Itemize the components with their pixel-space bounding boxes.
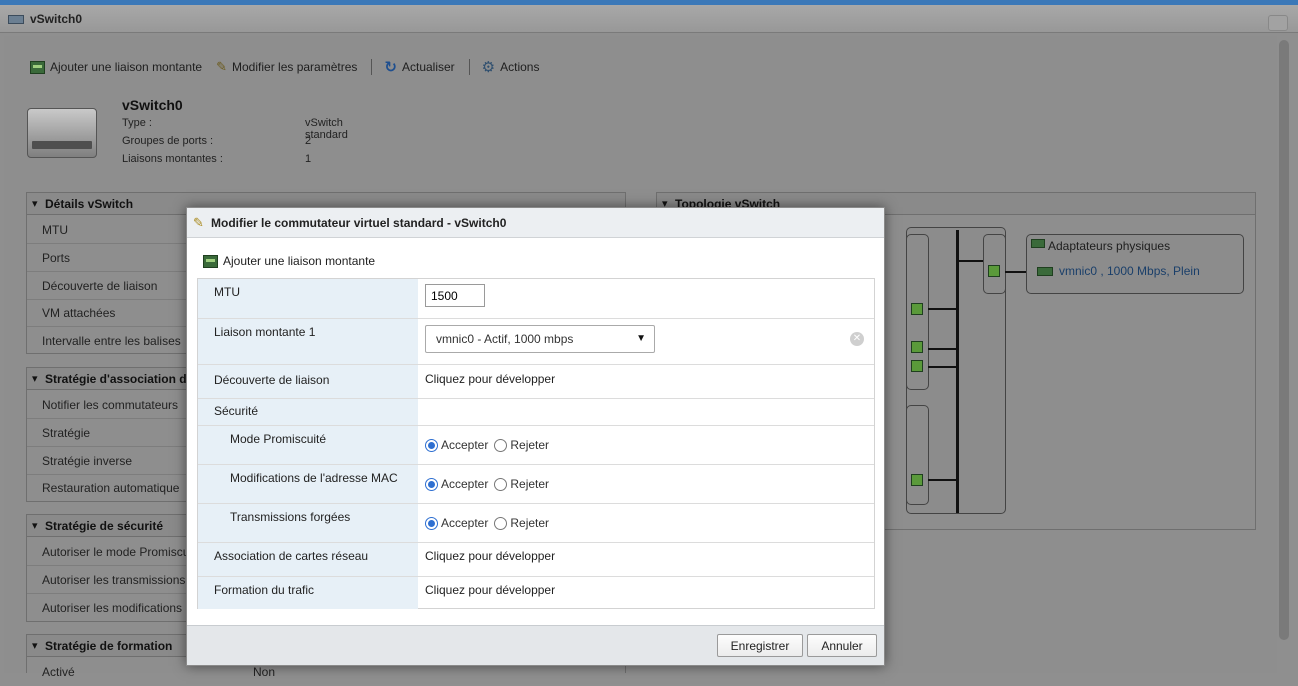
toolbar-divider <box>371 59 373 75</box>
uplink-icon <box>30 60 45 74</box>
port-icon <box>911 303 923 315</box>
mac-changes-label: Modifications de l'adresse MAC <box>198 465 418 503</box>
dialog-add-uplink-button[interactable]: Ajouter une liaison montante <box>203 254 375 268</box>
toolbar-divider <box>468 59 470 75</box>
port-icon <box>911 341 923 353</box>
nic-icon <box>1031 239 1045 248</box>
actions-button[interactable]: ⚙ Actions <box>482 58 540 76</box>
traffic-shaping-expand[interactable]: Cliquez pour développer <box>418 577 874 609</box>
add-uplink-button[interactable]: Ajouter une liaison montante <box>30 60 202 74</box>
link-discovery-label: Découverte de liaison <box>198 365 418 398</box>
topology-link <box>928 366 958 368</box>
nic-icon <box>1037 267 1053 276</box>
dialog-header: ✎ Modifier le commutateur virtuel standa… <box>187 208 884 238</box>
topology-link <box>928 479 958 481</box>
dialog-footer: Enregistrer Annuler <box>187 625 884 665</box>
nic-teaming-label: Association de cartes réseau <box>198 543 418 576</box>
window-title: vSwitch0 <box>30 12 83 26</box>
switch-image <box>27 108 97 158</box>
topology-link <box>958 260 986 262</box>
mac-changes-row: Modifications de l'adresse MAC Accepter … <box>198 465 874 504</box>
scrollbar[interactable] <box>1279 40 1289 640</box>
edit-settings-button[interactable]: ✎ Modifier les paramètres <box>216 59 357 75</box>
traffic-shaping-row[interactable]: Formation du trafic Cliquez pour dévelop… <box>198 577 874 609</box>
promiscuous-accept-radio[interactable] <box>425 438 438 452</box>
save-button[interactable]: Enregistrer <box>717 634 803 657</box>
chevron-down-icon: ▼ <box>636 333 646 344</box>
promiscuous-row: Mode Promiscuité Accepter Rejeter <box>198 426 874 465</box>
nic-teaming-row[interactable]: Association de cartes réseau Cliquez pou… <box>198 543 874 577</box>
topology-link <box>1005 271 1027 273</box>
uplink-label: Liaison montante 1 <box>198 319 418 364</box>
mac-accept-radio[interactable] <box>425 477 438 491</box>
summary-row-type: Type : vSwitch standard <box>122 117 348 141</box>
forged-accept-radio[interactable] <box>425 516 438 530</box>
window-title-bar: vSwitch0 <box>0 5 1298 33</box>
dialog-title: Modifier le commutateur virtuel standard… <box>211 216 507 230</box>
vmnic-label: vmnic0 , 1000 Mbps, Plein <box>1059 264 1200 278</box>
refresh-icon: ↻ <box>384 59 397 76</box>
summary-row-portgroups: Groupes de ports : 2 <box>122 135 312 147</box>
mtu-label: MTU <box>198 279 418 318</box>
remove-uplink-icon[interactable]: ✕ <box>850 332 864 346</box>
port-icon <box>911 360 923 372</box>
forged-transmits-row: Transmissions forgées Accepter Rejeter <box>198 504 874 543</box>
gear-icon: ⚙ <box>481 59 496 76</box>
physical-adapters-label: Adaptateurs physiques <box>1048 239 1171 253</box>
port-icon <box>988 265 1000 277</box>
topology-link <box>928 348 958 350</box>
edit-vswitch-dialog: ✎ Modifier le commutateur virtuel standa… <box>186 207 885 666</box>
vswitch-icon <box>8 15 24 24</box>
promiscuous-reject-radio[interactable] <box>494 438 508 452</box>
restore-button[interactable] <box>1268 15 1288 31</box>
mac-changes-radios: Accepter Rejeter <box>425 477 555 491</box>
topology-bus-line <box>956 230 959 513</box>
promiscuous-label: Mode Promiscuité <box>198 426 418 464</box>
traffic-shaping-label: Formation du trafic <box>198 577 418 609</box>
topology-portgroup-box <box>906 405 929 505</box>
summary-title: vSwitch0 <box>122 97 183 113</box>
cancel-button[interactable]: Annuler <box>807 634 877 657</box>
port-icon <box>911 474 923 486</box>
refresh-button[interactable]: ↻ Actualiser <box>384 58 454 76</box>
uplink-icon <box>203 254 218 268</box>
security-label: Sécurité <box>198 399 418 425</box>
forged-reject-radio[interactable] <box>494 516 508 530</box>
security-row[interactable]: Sécurité <box>198 399 874 426</box>
link-discovery-expand[interactable]: Cliquez pour développer <box>418 365 874 398</box>
link-discovery-row[interactable]: Découverte de liaison Cliquez pour dével… <box>198 365 874 399</box>
uplink-row: Liaison montante 1 vmnic0 - Actif, 1000 … <box>198 319 874 365</box>
topology-uplink-box <box>983 234 1006 294</box>
forged-transmits-radios: Accepter Rejeter <box>425 516 555 530</box>
summary-row-uplinks: Liaisons montantes : 1 <box>122 153 312 165</box>
forged-transmits-label: Transmissions forgées <box>198 504 418 542</box>
pencil-icon: ✎ <box>193 215 204 230</box>
physical-adapters-box: Adaptateurs physiques vmnic0 , 1000 Mbps… <box>1026 234 1244 294</box>
mac-reject-radio[interactable] <box>494 477 508 491</box>
uplink-select[interactable]: vmnic0 - Actif, 1000 mbps ▼ <box>425 325 655 353</box>
mtu-row: MTU <box>198 279 874 319</box>
pencil-icon: ✎ <box>216 59 228 74</box>
promiscuous-radios: Accepter Rejeter <box>425 438 555 452</box>
settings-grid: MTU Liaison montante 1 vmnic0 - Actif, 1… <box>197 278 875 609</box>
toolbar: Ajouter une liaison montante ✎ Modifier … <box>30 58 553 76</box>
topology-link <box>928 308 958 310</box>
nic-teaming-expand[interactable]: Cliquez pour développer <box>418 543 874 576</box>
mtu-input[interactable] <box>425 284 485 307</box>
